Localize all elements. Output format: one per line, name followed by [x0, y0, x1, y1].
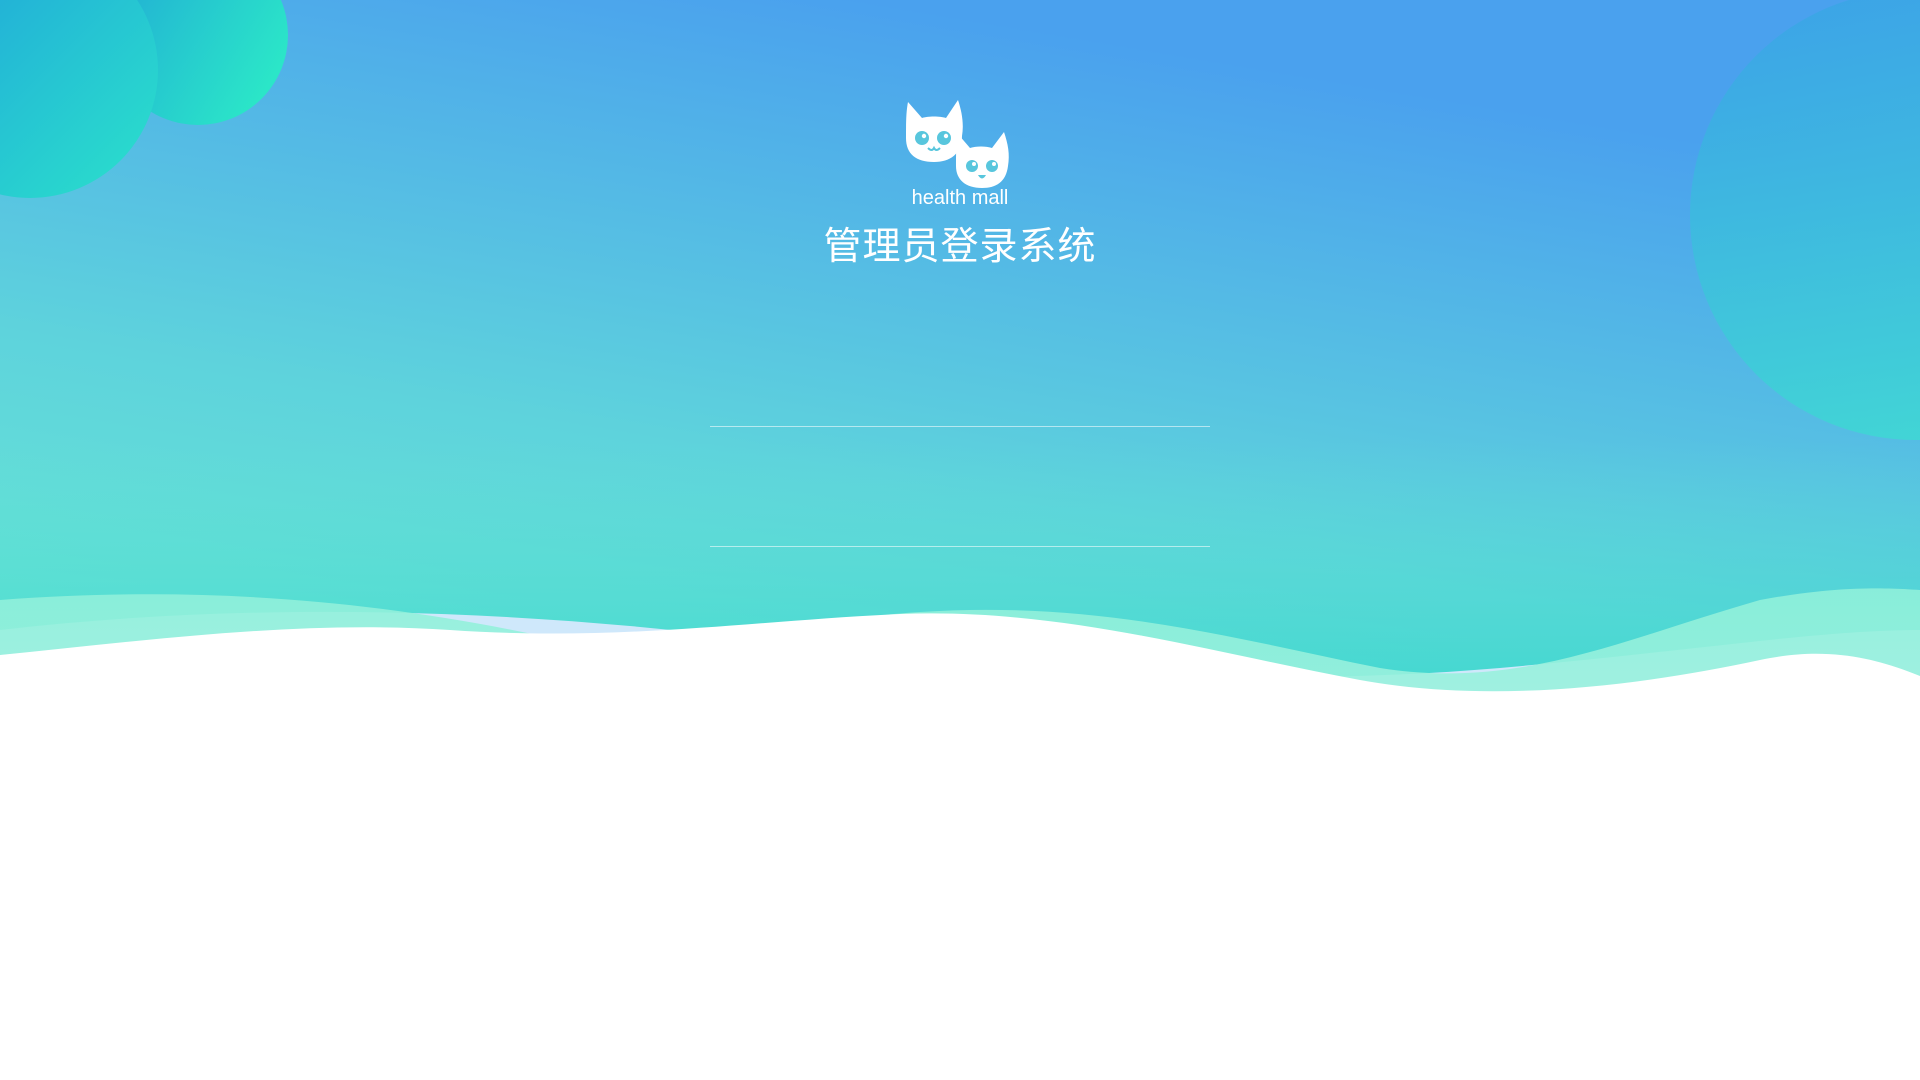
password-field[interactable]: [710, 503, 1210, 547]
brand-header: health mall 管理员登录系统: [0, 96, 1920, 268]
username-field[interactable]: [710, 383, 1210, 427]
password-input[interactable]: [710, 503, 1210, 547]
login-page: health mall 管理员登录系统: [0, 0, 1920, 1080]
page-title: 管理员登录系统: [823, 224, 1097, 268]
two-cats-logo-icon: health mall: [906, 100, 1009, 206]
username-input[interactable]: [710, 383, 1210, 427]
logo-text: health mall: [912, 187, 1009, 206]
